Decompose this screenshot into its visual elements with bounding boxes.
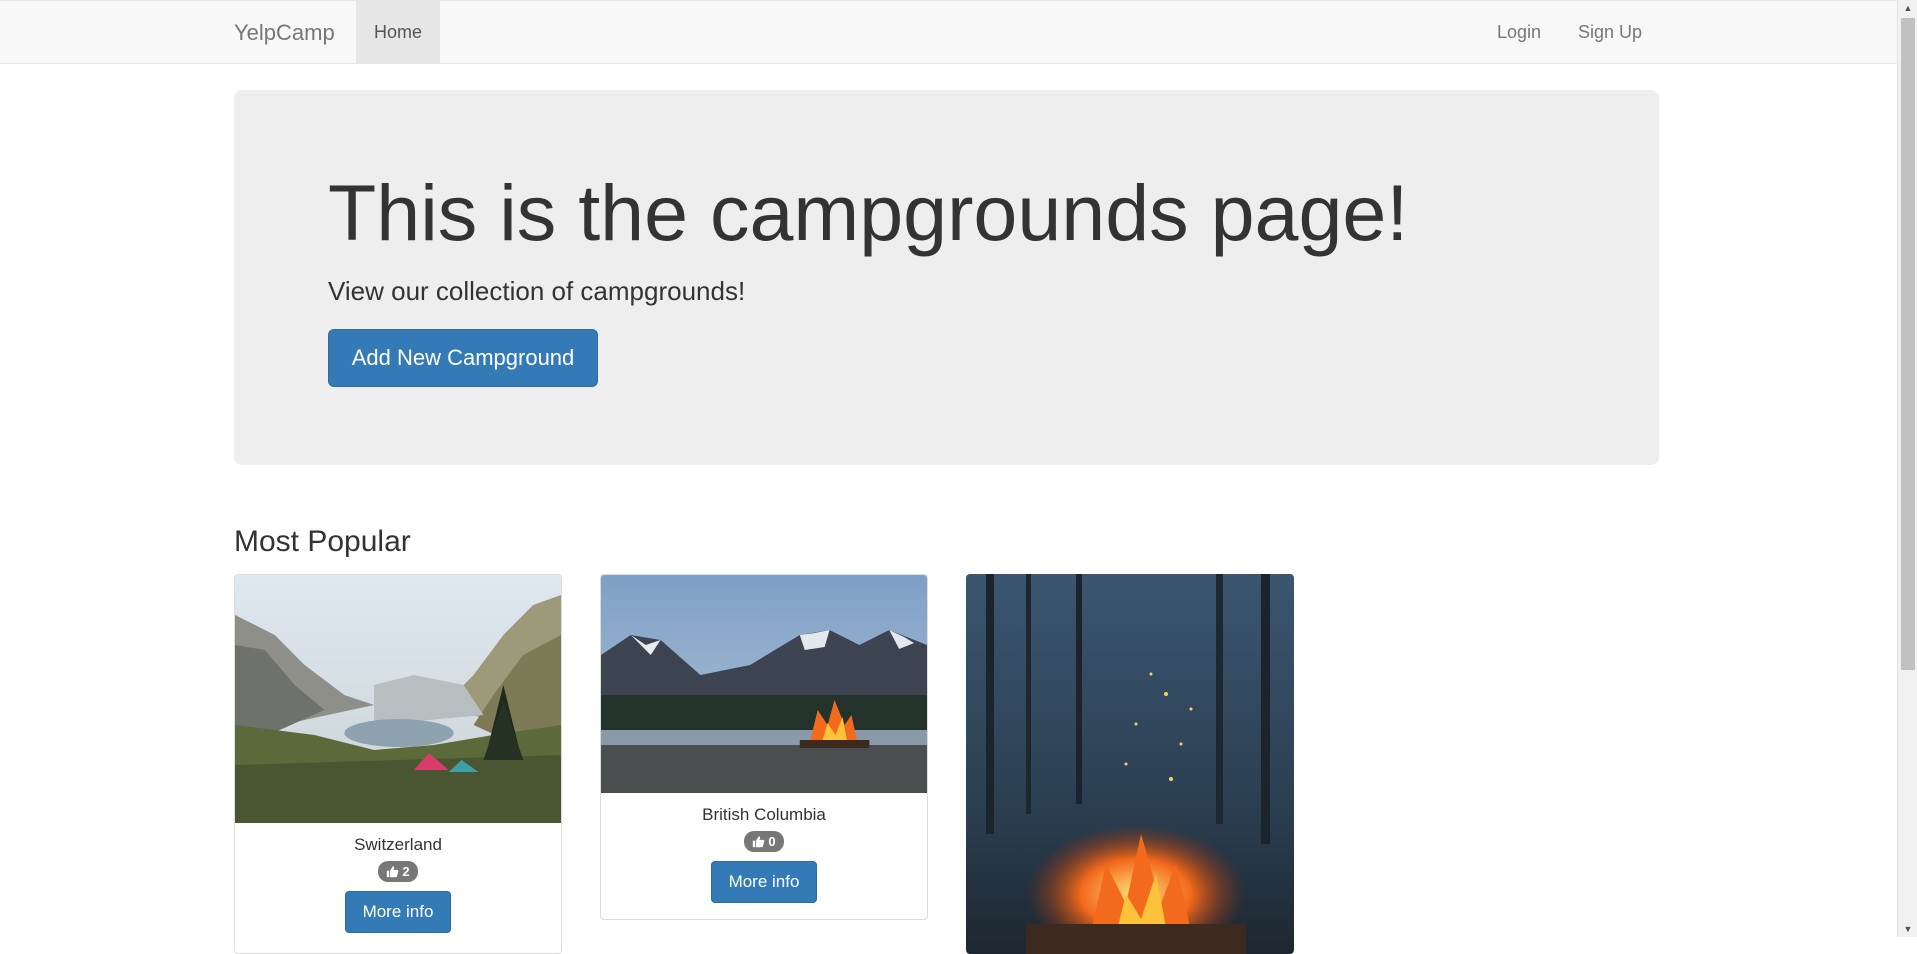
page-title: This is the campgrounds page!: [328, 168, 1409, 257]
campground-card: British Columbia 0 More info: [600, 574, 928, 920]
campground-image-switzerland: [235, 575, 561, 823]
nav-home-link[interactable]: Home: [356, 1, 440, 64]
add-new-campground-button[interactable]: Add New Campground: [328, 329, 598, 387]
more-info-button[interactable]: More info: [711, 861, 817, 903]
likes-count: 2: [402, 864, 410, 879]
campground-card: Switzerland 2 More info: [234, 574, 562, 954]
likes-badge: 2: [378, 861, 418, 882]
brand-link[interactable]: YelpCamp: [234, 20, 335, 46]
campground-name: British Columbia: [702, 805, 826, 824]
likes-badge: 0: [744, 831, 784, 852]
nav-login-label: Login: [1497, 22, 1542, 42]
page-subtitle: View our collection of campgrounds!: [328, 276, 746, 306]
vertical-scrollbar[interactable]: ▲ ▼: [1897, 0, 1917, 937]
campground-card: [966, 574, 1294, 954]
nav-signup-label: Sign Up: [1578, 22, 1643, 42]
campground-image-campfire: [966, 574, 1294, 954]
thumbs-up-icon: [753, 836, 765, 848]
nav-home-label: Home: [373, 22, 422, 42]
thumbs-up-icon: [387, 866, 399, 878]
scrollbar-thumb[interactable]: [1901, 18, 1915, 670]
jumbotron: This is the campgrounds page! View our c…: [234, 90, 1659, 465]
campground-image-british-columbia: [601, 575, 927, 793]
scroll-up-arrow-icon[interactable]: ▲: [1898, 0, 1917, 16]
most-popular-heading: Most Popular: [234, 525, 411, 558]
nav-signup-link[interactable]: Sign Up: [1578, 1, 1642, 64]
nav-login-link[interactable]: Login: [1497, 1, 1541, 64]
scroll-down-arrow-icon[interactable]: ▼: [1898, 921, 1917, 937]
more-info-button[interactable]: More info: [345, 891, 451, 933]
campground-name: Switzerland: [354, 835, 442, 854]
likes-count: 0: [768, 834, 776, 849]
navbar: YelpCamp Home Login Sign Up: [0, 0, 1897, 64]
